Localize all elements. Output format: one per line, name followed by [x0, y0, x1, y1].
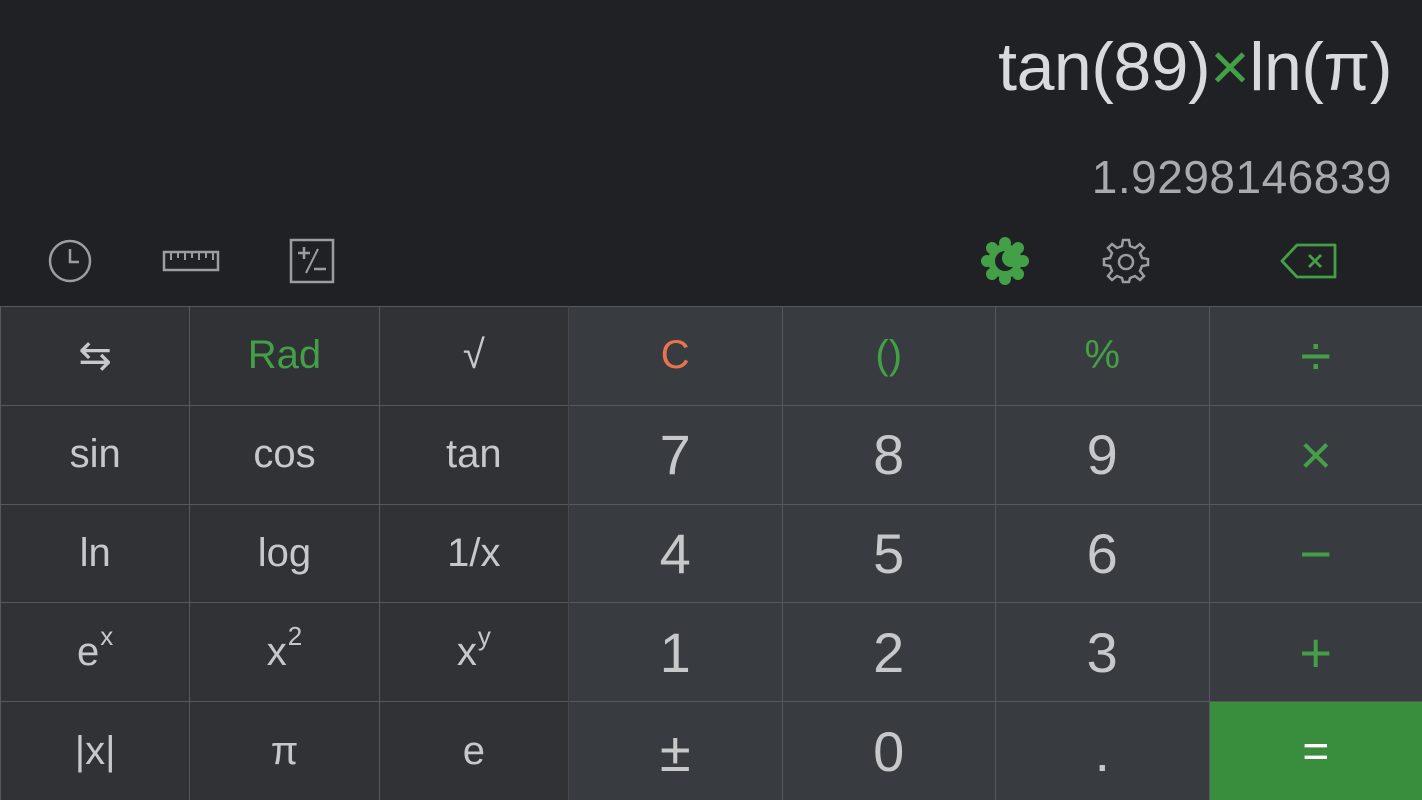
decimal-button[interactable]: .	[996, 702, 1209, 800]
log-button[interactable]: log	[190, 504, 379, 603]
digit-8-button[interactable]: 8	[782, 405, 995, 504]
power-base: x	[456, 629, 477, 674]
digit-2-button[interactable]: 2	[782, 603, 995, 702]
digit-9-button[interactable]: 9	[996, 405, 1209, 504]
number-keypad: C () % ÷ 7 8 9 × 4 5 6 − 1 2 3 + ± 0 . =	[569, 306, 1422, 800]
power-exponent: y	[477, 620, 491, 651]
digit-6-button[interactable]: 6	[996, 504, 1209, 603]
theme-moon-icon[interactable]	[978, 228, 1032, 294]
exp-button[interactable]: ex	[1, 603, 190, 702]
percent-button[interactable]: %	[996, 307, 1209, 405]
digit-7-button[interactable]: 7	[569, 405, 782, 504]
clear-button[interactable]: C	[569, 307, 782, 405]
swap-functions-button[interactable]: ⇆	[1, 307, 190, 405]
abs-button[interactable]: |x|	[1, 702, 190, 800]
expression-right: ln(π)	[1249, 29, 1392, 105]
gear-icon[interactable]	[1100, 228, 1152, 294]
reciprocal-button[interactable]: 1/x	[379, 504, 568, 603]
equals-button[interactable]: =	[1209, 702, 1422, 800]
digit-0-button[interactable]: 0	[782, 702, 995, 800]
e-constant-button[interactable]: e	[379, 702, 568, 800]
backspace-icon[interactable]	[1278, 228, 1340, 294]
square-button[interactable]: x2	[190, 603, 379, 702]
divide-button[interactable]: ÷	[1209, 307, 1422, 405]
display-area: tan(89)×ln(π) 1.9298146839	[0, 0, 1422, 306]
square-base: x	[266, 629, 287, 674]
sin-button[interactable]: sin	[1, 405, 190, 504]
multiply-button[interactable]: ×	[1209, 405, 1422, 504]
add-button[interactable]: +	[1209, 603, 1422, 702]
digit-4-button[interactable]: 4	[569, 504, 782, 603]
toolbar	[0, 228, 1422, 298]
digit-1-button[interactable]: 1	[569, 603, 782, 702]
history-icon[interactable]	[44, 228, 96, 294]
digit-5-button[interactable]: 5	[782, 504, 995, 603]
keypad: ⇆ Rad √ sin cos tan ln log 1/x ex x2 xy …	[0, 306, 1422, 800]
expression-left: tan(89)	[998, 29, 1211, 105]
tan-button[interactable]: tan	[379, 405, 568, 504]
expression-operator: ×	[1210, 29, 1250, 105]
sqrt-button[interactable]: √	[379, 307, 568, 405]
digit-3-button[interactable]: 3	[996, 603, 1209, 702]
subtract-button[interactable]: −	[1209, 504, 1422, 603]
scientific-keypad: ⇆ Rad √ sin cos tan ln log 1/x ex x2 xy …	[0, 306, 568, 800]
ruler-icon[interactable]	[160, 228, 222, 294]
negate-button[interactable]: ±	[569, 702, 782, 800]
ln-button[interactable]: ln	[1, 504, 190, 603]
plus-minus-box-icon[interactable]	[286, 228, 338, 294]
exp-base: e	[77, 629, 100, 674]
exp-exponent: x	[100, 620, 114, 651]
power-button[interactable]: xy	[379, 603, 568, 702]
result-preview: 1.9298146839	[1091, 151, 1392, 203]
square-exponent: 2	[287, 620, 303, 651]
cos-button[interactable]: cos	[190, 405, 379, 504]
parentheses-button[interactable]: ()	[782, 307, 995, 405]
pi-button[interactable]: π	[190, 702, 379, 800]
rad-deg-toggle-button[interactable]: Rad	[190, 307, 379, 405]
expression-display[interactable]: tan(89)×ln(π)	[998, 28, 1392, 106]
